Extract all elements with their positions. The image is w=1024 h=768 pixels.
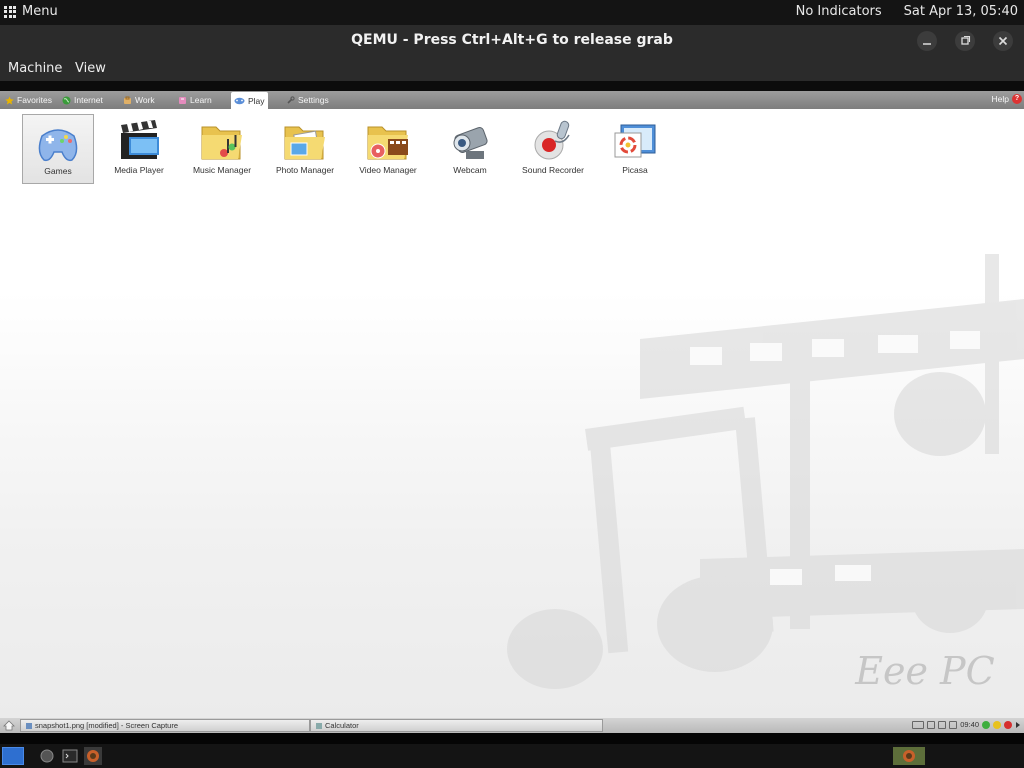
indicators-status[interactable]: No Indicators (796, 4, 882, 19)
app-label: Sound Recorder (522, 165, 584, 175)
restore-icon (961, 35, 971, 45)
music-note-watermark: Eee PC (507, 254, 1024, 693)
guest-clock[interactable]: 09:40 (960, 720, 979, 729)
work-icon (124, 96, 131, 104)
microphone-icon (534, 120, 570, 160)
keyboard-icon[interactable] (938, 720, 947, 729)
app-music-manager[interactable]: Music Manager (186, 114, 258, 184)
host-top-bar: Menu No Indicators Sat Apr 13, 05:40 (0, 0, 1024, 25)
star-icon (5, 96, 14, 104)
home-icon[interactable] (3, 720, 15, 731)
chevron-right-icon[interactable] (1015, 721, 1021, 729)
app-launcher-area: Eee PC Games Media Player Music Manager … (0, 109, 1024, 718)
menu-machine[interactable]: Machine (8, 61, 62, 76)
photo-folder-icon (284, 126, 325, 160)
music-folder-icon (201, 126, 242, 160)
shutdown-icon[interactable] (1004, 720, 1012, 729)
eee-tab-bar: Favorites Internet Work Learn Play Setti… (0, 91, 1024, 109)
picasa-icon (614, 124, 656, 158)
system-tray: 09:40 (912, 720, 1021, 729)
webcam-icon (453, 127, 488, 159)
tab-learn[interactable]: Learn (175, 92, 215, 108)
tab-label: Internet (74, 95, 103, 105)
tab-label: Learn (190, 95, 212, 105)
menu-view[interactable]: View (75, 61, 106, 76)
help-icon: ? (1012, 94, 1022, 104)
app-launcher-icon[interactable] (38, 747, 56, 765)
close-button[interactable] (993, 31, 1013, 51)
tab-label: Play (248, 95, 265, 106)
task-label: snapshot1.png [modified] - Screen Captur… (35, 721, 179, 730)
app-media-player[interactable]: Media Player (103, 114, 175, 184)
tab-favorites[interactable]: Favorites (2, 92, 55, 108)
app-label: Video Manager (359, 165, 417, 175)
host-clock[interactable]: Sat Apr 13, 05:40 (904, 4, 1018, 19)
sound-icon[interactable] (949, 720, 958, 729)
app-picasa[interactable]: Picasa (599, 114, 671, 184)
task-screen-capture[interactable]: snapshot1.png [modified] - Screen Captur… (20, 719, 310, 732)
tab-label: Work (135, 95, 155, 105)
guest-screen[interactable]: Favorites Internet Work Learn Play Setti… (0, 81, 1024, 744)
eee-pc-logo: Eee PC (854, 649, 994, 693)
host-bottom-panel (0, 744, 1024, 768)
guest-top-strip (0, 81, 1024, 91)
tab-internet[interactable]: Internet (59, 92, 106, 108)
app-label: Music Manager (192, 165, 252, 175)
help-label: Help (991, 94, 1009, 104)
qemu-window-button[interactable] (893, 747, 925, 765)
window-title-bar: QEMU - Press Ctrl+Alt+G to release grab (0, 25, 1024, 57)
app-label: Media Player (114, 165, 164, 175)
battery-icon[interactable] (912, 720, 925, 729)
smiley-icon[interactable] (993, 720, 1001, 729)
tab-label: Favorites (17, 95, 52, 105)
host-menu-button[interactable]: Menu (4, 4, 58, 19)
qemu-menu-bar: Machine View (0, 57, 1024, 81)
help-button[interactable]: Help ? (992, 94, 1022, 104)
guest-taskbar: snapshot1.png [modified] - Screen Captur… (0, 718, 1024, 733)
app-label: Webcam (453, 165, 487, 175)
globe-icon (62, 96, 71, 104)
clapperboard-icon (121, 120, 159, 159)
screen-capture-icon (26, 722, 32, 729)
app-grid-icon (4, 5, 16, 18)
calculator-icon (316, 722, 322, 729)
window-title: QEMU - Press Ctrl+Alt+G to release grab (351, 32, 673, 48)
app-label: Games (44, 166, 72, 176)
status-green-icon[interactable] (982, 720, 990, 729)
network-icon[interactable] (927, 720, 936, 729)
terminal-icon[interactable] (61, 747, 79, 765)
show-desktop-icon[interactable] (2, 747, 24, 765)
app-video-manager[interactable]: Video Manager (352, 114, 424, 184)
task-label: Calculator (325, 721, 359, 730)
app-label: Picasa (622, 165, 648, 175)
host-menu-label: Menu (22, 4, 58, 19)
video-folder-icon (367, 126, 408, 160)
app-photo-manager[interactable]: Photo Manager (269, 114, 341, 184)
tab-work[interactable]: Work (120, 92, 158, 108)
close-icon (998, 36, 1008, 46)
gamepad-icon (234, 97, 245, 105)
learn-icon (179, 96, 186, 104)
minimize-icon (923, 43, 931, 45)
app-webcam[interactable]: Webcam (434, 114, 506, 184)
wrench-icon (287, 95, 295, 104)
app-games[interactable]: Games (22, 114, 94, 184)
app-sound-recorder[interactable]: Sound Recorder (517, 114, 589, 184)
tab-settings[interactable]: Settings (283, 92, 332, 108)
tab-play[interactable]: Play (231, 92, 268, 109)
minimize-button[interactable] (917, 31, 937, 51)
qemu-taskbar-icon[interactable] (84, 747, 102, 765)
guest-bottom-strip (0, 733, 1024, 744)
task-calculator[interactable]: Calculator (310, 719, 603, 732)
tab-label: Settings (298, 95, 329, 105)
app-label: Photo Manager (275, 165, 335, 175)
restore-button[interactable] (955, 31, 975, 51)
gamepad-icon (38, 129, 78, 162)
